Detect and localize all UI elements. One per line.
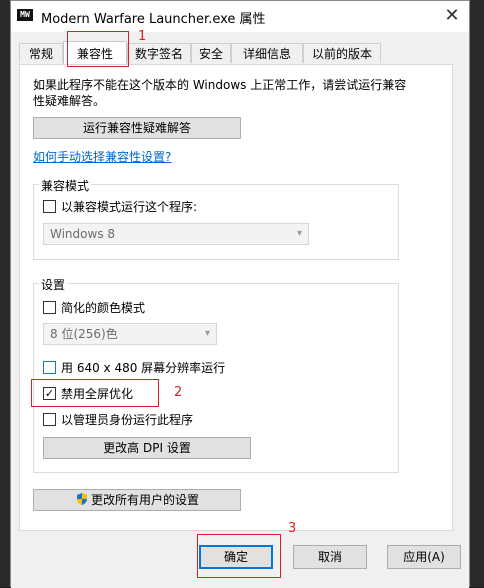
windows-version-select[interactable]: Windows 8 ▾ [43, 223, 309, 245]
close-icon[interactable]: ✕ [441, 5, 463, 27]
resolution-label: 用 640 x 480 屏幕分辨率运行 [61, 361, 226, 375]
app-icon: MW [17, 9, 33, 21]
change-all-users-label: 更改所有用户的设置 [90, 493, 199, 507]
settings-group-label: 设置 [39, 276, 68, 293]
compat-mode-checkbox[interactable] [43, 200, 56, 213]
windows-version-value: Windows 8 [50, 227, 116, 241]
annotation-number-1: 1 [138, 29, 147, 44]
tab-digital-signatures[interactable]: 数字签名 [127, 43, 191, 63]
compat-mode-group [33, 184, 399, 260]
run-as-admin-checkbox[interactable] [43, 413, 56, 426]
resolution-checkbox[interactable] [43, 361, 56, 374]
compat-mode-group-label: 兼容模式 [39, 177, 92, 194]
manual-compat-link[interactable]: 如何手动选择兼容性设置? [33, 148, 171, 165]
annotation-box-checkbox [31, 379, 159, 407]
change-dpi-button[interactable]: 更改高 DPI 设置 [43, 437, 251, 459]
intro-text: 如果此程序不能在这个版本的 Windows 上正常工作，请尝试运行兼容性疑难解答… [33, 78, 407, 108]
annotation-box-ok [197, 534, 281, 578]
reduced-color-checkbox[interactable] [43, 301, 56, 314]
tab-previous-versions[interactable]: 以前的版本 [303, 43, 381, 63]
background-window-right [470, 0, 484, 587]
chevron-down-icon: ▾ [204, 328, 210, 339]
reduced-color-label: 简化的颜色模式 [61, 301, 146, 315]
uac-shield-icon [76, 493, 87, 505]
annotation-number-2: 2 [174, 385, 183, 400]
compat-mode-label: 以兼容模式运行这个程序: [61, 200, 198, 214]
annotation-box-tab [67, 31, 129, 67]
annotation-number-3: 3 [288, 521, 297, 536]
tab-general[interactable]: 常规 [19, 43, 63, 63]
tab-details[interactable]: 详细信息 [231, 43, 303, 63]
run-as-admin-label: 以管理员身份运行此程序 [61, 413, 194, 427]
run-troubleshooter-button[interactable]: 运行兼容性疑难解答 [33, 117, 241, 139]
properties-dialog: MW Modern Warfare Launcher.exe 属性 ✕ 常规 兼… [10, 0, 470, 588]
color-depth-value: 8 位(256)色 [50, 327, 118, 341]
chevron-down-icon: ▾ [296, 228, 302, 239]
title-bar[interactable]: MW Modern Warfare Launcher.exe 属性 ✕ [11, 1, 469, 32]
window-title: Modern Warfare Launcher.exe 属性 [41, 12, 266, 27]
tab-security[interactable]: 安全 [191, 43, 231, 63]
color-depth-select[interactable]: 8 位(256)色 ▾ [43, 323, 217, 345]
cancel-button[interactable]: 取消 [293, 545, 367, 569]
change-all-users-button[interactable]: 更改所有用户的设置 [33, 489, 241, 511]
apply-button[interactable]: 应用(A) [387, 545, 461, 569]
